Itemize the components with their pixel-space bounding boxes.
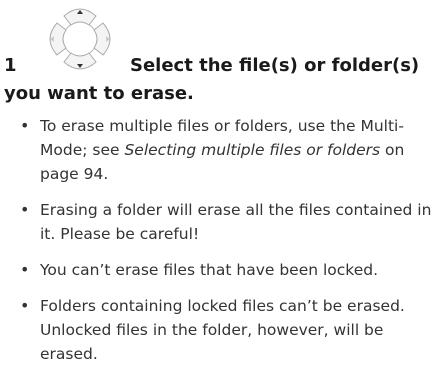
step-number: 1 — [4, 55, 17, 76]
list-item: • Erasing a folder will erase all the fil… — [18, 198, 438, 246]
bullet-point: • — [20, 260, 30, 279]
bullet-point: • — [20, 116, 30, 135]
bullet-point: • — [20, 200, 30, 219]
list-item-text: Erasing a folder will erase all the file… — [40, 201, 432, 243]
list-item-text: Folders containing locked files can’t be… — [40, 297, 405, 363]
list-item-text: You can’t erase files that have been loc… — [40, 261, 379, 279]
cross-reference-title: Selecting multiple files or folders — [124, 141, 381, 159]
bullet-point: • — [20, 296, 30, 315]
step-title-line1: Select the file(s) or folder(s) — [130, 55, 420, 76]
instruction-list: • To erase multiple files or folders, use… — [18, 114, 438, 378]
list-item: • To erase multiple files or folders, use… — [18, 114, 438, 186]
list-item: • You can’t erase files that have been lo… — [18, 258, 438, 282]
list-item: • Folders containing locked files can’t b… — [18, 294, 438, 366]
step-title-line2: you want to erase. — [4, 83, 194, 104]
dpad-arrows-icon — [40, 0, 120, 78]
